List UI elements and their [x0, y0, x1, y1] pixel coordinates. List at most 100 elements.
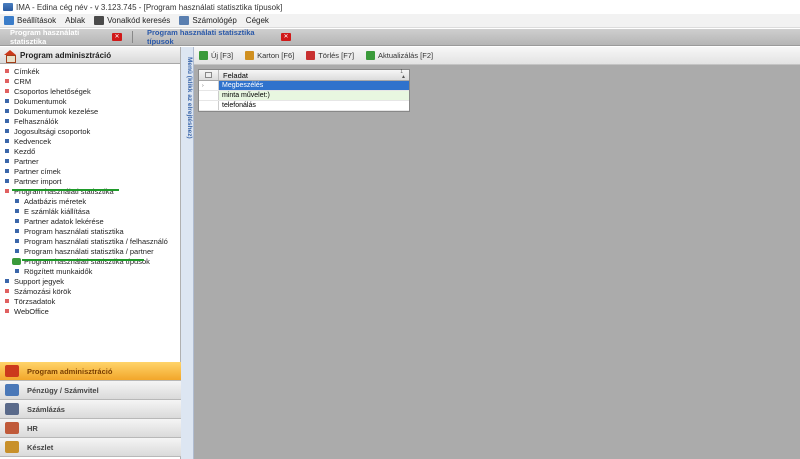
barcode-icon	[94, 16, 105, 25]
tree-subitem[interactable]: Rögzített munkaidők	[0, 266, 181, 276]
wrench-icon	[4, 16, 14, 25]
select-all-cell[interactable]	[199, 70, 219, 80]
tree-item-label: Számozási körök	[14, 286, 72, 296]
toolbar-button-label: Törlés [F7]	[318, 51, 355, 60]
tree-item[interactable]: Program használati statisztika	[0, 186, 181, 196]
document-tab-1[interactable]: Program használati statisztika ✕	[0, 28, 128, 46]
tree-subitem[interactable]: Partner adatok lekérése	[0, 216, 181, 226]
nav-button-label: Program adminisztráció	[27, 366, 113, 376]
document-tab-2[interactable]: Program használati statisztika típusok ✕	[137, 28, 297, 46]
tree-item[interactable]: Csoportos lehetőségek	[0, 86, 181, 96]
tree-item-label: Support jegyek	[14, 276, 65, 286]
tree-item-label: Partner címek	[14, 166, 61, 176]
nav-button-hr[interactable]: HR	[0, 419, 181, 438]
tree-item[interactable]: Jogosultsági csoportok	[0, 126, 181, 136]
bullet-icon	[15, 249, 19, 253]
tree-subitem[interactable]: Program használati statisztika típusok	[0, 256, 181, 266]
tab-label: Program használati statisztika	[10, 28, 80, 46]
boxes-icon	[5, 441, 19, 453]
column-header-label: Feladat	[223, 70, 249, 80]
tree-item-label: Csoportos lehetőségek	[14, 86, 91, 96]
table-row[interactable]: telefonálás	[199, 101, 409, 111]
tree-item[interactable]: Törzsadatok	[0, 296, 181, 306]
bullet-icon	[5, 189, 9, 193]
tree-item[interactable]: Partner címek	[0, 166, 181, 176]
close-icon[interactable]: ✕	[112, 33, 122, 41]
content-area: Feladat 1 ▲ › Megbeszélés minta művelet:) t…	[194, 65, 800, 459]
tree-item[interactable]: Partner import	[0, 176, 181, 186]
bullet-icon	[5, 299, 9, 303]
nav-button-keszlet[interactable]: Készlet	[0, 438, 181, 457]
bullet-icon	[5, 149, 9, 153]
tree-item[interactable]: WebOffice	[0, 306, 181, 316]
tree-item[interactable]: Számozási körök	[0, 286, 181, 296]
grid-toolbar: Új [F3] Karton [F6] Törlés [F7] Aktualizálá…	[194, 47, 800, 65]
delete-icon	[306, 51, 316, 60]
tree-subitem[interactable]: Program használati statisztika	[0, 226, 181, 236]
tree-item-label: Program használati statisztika	[14, 186, 114, 196]
nav-button-label: Pénzügy / Számvitel	[27, 385, 99, 395]
menu-item-label: Számológép	[192, 16, 237, 25]
menu-collapse-strip[interactable]: Menü (klikk az elrejtéshez)	[181, 47, 194, 459]
table-row[interactable]: › Megbeszélés	[199, 81, 409, 91]
task-grid[interactable]: Feladat 1 ▲ › Megbeszélés minta művelet:) t…	[198, 69, 410, 112]
tab-label: Program használati statisztika típusok	[147, 28, 255, 46]
tree-item[interactable]: CRM	[0, 76, 181, 86]
nav-button-szamlazas[interactable]: Számlázás	[0, 400, 181, 419]
column-header-feladat[interactable]: Feladat 1 ▲	[219, 69, 409, 80]
tree-subitem[interactable]: Program használati statisztika / partner	[0, 246, 181, 256]
table-row[interactable]: minta művelet:)	[199, 91, 409, 101]
row-selector[interactable]	[199, 101, 219, 110]
people-icon	[5, 422, 19, 434]
menu-item-ablak[interactable]: Ablak	[65, 16, 85, 25]
select-all-icon	[205, 72, 212, 78]
current-row-indicator-icon: ›	[202, 82, 204, 89]
bullet-icon	[5, 109, 9, 113]
close-icon[interactable]: ✕	[281, 33, 291, 41]
bullet-icon	[5, 309, 9, 313]
tree-item[interactable]: Dokumentumok	[0, 96, 181, 106]
tree-item-label: Dokumentumok kezelése	[14, 106, 99, 116]
highlight-underline-1	[12, 189, 119, 191]
navigation-panel: Program adminisztráció Címkék CRM Csoporto…	[0, 47, 181, 459]
new-button[interactable]: Új [F3]	[199, 51, 233, 60]
tree-item[interactable]: Felhasználók	[0, 116, 181, 126]
menu-item-sz-mol-g-p[interactable]: Számológép	[179, 16, 237, 25]
menu-item-be-ll-t-sok[interactable]: Beállítások	[4, 16, 56, 25]
bullet-icon	[15, 199, 19, 203]
nav-button-penzugy-szamvitel[interactable]: Pénzügy / Számvitel	[0, 381, 181, 400]
menu-item-c-gek[interactable]: Cégek	[246, 16, 269, 25]
menu-item-label: Beállítások	[17, 16, 57, 25]
row-selector[interactable]: ›	[199, 81, 219, 90]
document-tab-bar: Program használati statisztika ✕ Program h…	[0, 28, 800, 46]
cell-feladat: telefonálás	[222, 102, 256, 109]
tree-subitem[interactable]: Adatbázis méretek	[0, 196, 181, 206]
collapse-menu-label: Menü (klikk az elrejtéshez)	[186, 57, 193, 139]
bullet-icon	[5, 69, 9, 73]
tree-item[interactable]: Kedvencek	[0, 136, 181, 146]
tree-item-label: E számlák kiállítása	[24, 206, 90, 216]
delete-button[interactable]: Törlés [F7]	[306, 51, 354, 60]
menu-item-label: Vonalkód keresés	[107, 16, 171, 25]
toolbar-button-label: Karton [F6]	[257, 51, 295, 60]
bullet-icon	[5, 99, 9, 103]
panel-title: Program adminisztráció	[20, 50, 112, 60]
tree-item-label: Partner	[14, 156, 39, 166]
tree-subitem[interactable]: E számlák kiállítása	[0, 206, 181, 216]
tree-item-label: CRM	[14, 76, 32, 86]
tab-separator	[132, 31, 133, 43]
refresh-button[interactable]: Aktualizálás [F2]	[366, 51, 433, 60]
row-selector[interactable]	[199, 91, 219, 100]
nav-button-program-adminisztracio[interactable]: Program adminisztráció	[0, 362, 181, 381]
tree-subitem[interactable]: Program használati statisztika / felhasz…	[0, 236, 181, 246]
tree-item[interactable]: Partner	[0, 156, 181, 166]
menu-item-vonalk-d-keres-s[interactable]: Vonalkód keresés	[94, 16, 170, 25]
tree-item-label: WebOffice	[14, 306, 49, 316]
tree-item[interactable]: Support jegyek	[0, 276, 181, 286]
tree-item[interactable]: Dokumentumok kezelése	[0, 106, 181, 116]
card-button[interactable]: Karton [F6]	[245, 51, 294, 60]
menu-tree: Címkék CRM Csoportos lehetőségek Dokumentum…	[0, 66, 181, 316]
tree-item[interactable]: Kezdő	[0, 146, 181, 156]
tree-item[interactable]: Címkék	[0, 66, 181, 76]
edit-icon	[245, 51, 255, 60]
